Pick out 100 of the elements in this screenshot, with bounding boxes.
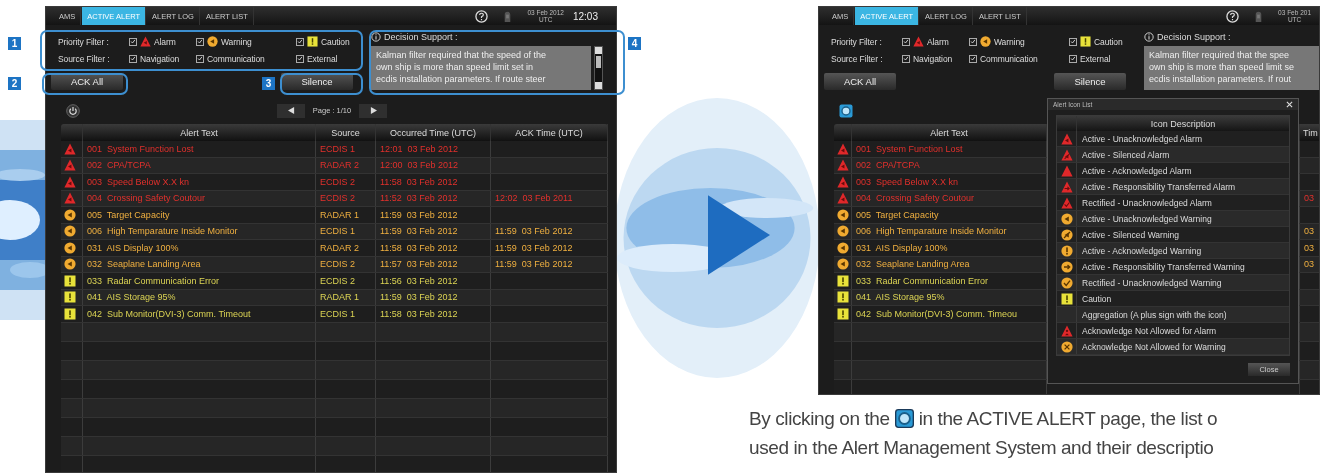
checkbox[interactable] bbox=[129, 37, 137, 46]
info-icon bbox=[894, 409, 914, 428]
source-text: RADAR 1 bbox=[320, 209, 359, 220]
icon-description: Acknowledge Not Allowed for Alarm bbox=[1081, 324, 1218, 338]
alert-text: 005 Target Capacity bbox=[856, 209, 939, 220]
occurred-time: 11:59 03 Feb 2012 bbox=[380, 209, 458, 220]
alert-text: 001 System Function Lost bbox=[856, 143, 963, 154]
filter-option-label: External bbox=[307, 53, 338, 64]
filter-option-label: Communication bbox=[207, 53, 265, 64]
warning-icon bbox=[1060, 228, 1073, 241]
checkbox[interactable] bbox=[969, 54, 977, 63]
alarm-icon bbox=[64, 175, 76, 188]
alarm-icon bbox=[1060, 324, 1073, 337]
icon-description: Active - Acknowledged Alarm bbox=[1081, 164, 1193, 178]
filter-label: Priority Filter : bbox=[58, 36, 110, 47]
source-text: ECDIS 2 bbox=[320, 193, 355, 204]
filter-option-label: Warning bbox=[994, 36, 1025, 47]
ack-time: 11:59 03 Feb 2012 bbox=[495, 226, 573, 237]
source-text: ECDIS 1 bbox=[320, 143, 355, 154]
occurred-time: 11:56 03 Feb 2012 bbox=[380, 275, 458, 286]
warning-icon bbox=[207, 36, 218, 47]
checkbox[interactable] bbox=[902, 54, 910, 63]
warning-icon bbox=[1060, 340, 1073, 353]
occurred-time: 11:57 03 Feb 2012 bbox=[380, 259, 458, 270]
alarm-icon bbox=[64, 142, 76, 155]
warning-icon bbox=[64, 208, 76, 221]
source-text: RADAR 2 bbox=[320, 160, 359, 171]
alert-text: 006 High Temparature Inside Monitor bbox=[856, 226, 1007, 237]
icon-description: Active - Responsibility Transferred Alarm bbox=[1081, 180, 1237, 194]
occurred-time: 11:52 03 Feb 2012 bbox=[380, 193, 458, 204]
filter-label: Priority Filter : bbox=[831, 36, 883, 47]
icon-description: Rectified - Unacknowledged Warning bbox=[1081, 276, 1223, 290]
silence-button[interactable]: Silence bbox=[1054, 73, 1126, 90]
source-text: ECDIS 2 bbox=[320, 176, 355, 187]
icon-description: Active - Acknowledged Warning bbox=[1081, 244, 1203, 258]
callout-number: 4 bbox=[628, 37, 641, 50]
alert-text: 031 AIS Display 100% bbox=[856, 242, 948, 253]
checkbox[interactable] bbox=[296, 37, 304, 46]
time-text: 03 bbox=[1304, 226, 1314, 237]
scrollbar[interactable] bbox=[594, 46, 603, 90]
help-icon[interactable] bbox=[475, 9, 489, 23]
info-icon[interactable] bbox=[839, 103, 853, 118]
checkbox[interactable] bbox=[902, 37, 910, 46]
caution-icon bbox=[64, 307, 76, 320]
previous-page-button[interactable] bbox=[277, 103, 305, 118]
alarm-icon bbox=[64, 159, 76, 172]
icon-description: Acknowledge Not Allowed for Warning bbox=[1081, 340, 1227, 354]
alert-text: 033 Radar Communication Error bbox=[856, 275, 989, 286]
close-icon[interactable] bbox=[1286, 101, 1293, 108]
play-arrow-icon bbox=[708, 195, 770, 275]
decision-support-text: Kalman filter required that the spee own ship is more than speed limit se ecdis installation parameters. If rout bbox=[1144, 46, 1319, 90]
decision-support-title: Decision Support : bbox=[1157, 32, 1231, 42]
warning-icon bbox=[837, 241, 849, 254]
checkbox[interactable] bbox=[1069, 54, 1077, 63]
occurred-time: 12:00 03 Feb 2012 bbox=[380, 160, 459, 171]
source-text: ECDIS 1 bbox=[320, 308, 355, 319]
time-text: 03 bbox=[1304, 193, 1314, 204]
caption-text: in the ACTIVE ALERT page, the list o bbox=[918, 407, 1218, 431]
checkbox[interactable] bbox=[296, 54, 304, 63]
filter-option-label: Caution bbox=[1094, 36, 1123, 47]
next-page-button[interactable] bbox=[359, 103, 387, 118]
help-icon[interactable] bbox=[1226, 9, 1240, 23]
filter-option-label: Communication bbox=[980, 53, 1038, 64]
alert-text: 002 CPA/TCPA bbox=[87, 160, 151, 171]
callout-number: 2 bbox=[8, 77, 21, 90]
warning-icon bbox=[837, 258, 849, 271]
time-text: 03 bbox=[1304, 242, 1314, 253]
filter-option-label: Caution bbox=[321, 36, 350, 47]
icon-description: Active - Unacknowledged Alarm bbox=[1081, 132, 1203, 146]
icon-description: Active - Silenced Warning bbox=[1081, 228, 1180, 242]
alert-text: 041 AIS Storage 95% bbox=[856, 292, 945, 303]
checkbox[interactable] bbox=[969, 37, 977, 46]
caution-icon bbox=[837, 307, 849, 320]
warning-icon bbox=[64, 241, 76, 254]
alarm-icon bbox=[1060, 180, 1073, 193]
occurred-time: 11:58 03 Feb 2012 bbox=[380, 308, 458, 319]
warning-icon bbox=[1060, 260, 1073, 273]
callout-number: 1 bbox=[8, 37, 21, 50]
warning-icon bbox=[64, 258, 76, 271]
warning-icon bbox=[837, 208, 849, 221]
alert-text: 002 CPA/TCPA bbox=[856, 160, 920, 171]
alert-text: 004 Crossing Safety Coutour bbox=[856, 193, 975, 204]
alert-text: 032 Seaplane Landing Area bbox=[87, 259, 201, 270]
source-text: ECDIS 2 bbox=[320, 259, 355, 270]
checkbox[interactable] bbox=[1069, 37, 1077, 46]
alert-text: 003 Speed Below X.X kn bbox=[856, 176, 959, 187]
alert-text: 005 Target Capacity bbox=[87, 209, 170, 220]
alarm-icon bbox=[837, 192, 849, 205]
filter-option-label: Alarm bbox=[154, 36, 176, 47]
decision-support-text: Kalman filter required that the speed of the own ship is more than speed limit set in ecdis installation parameters. If route steer bbox=[371, 46, 591, 90]
filter-option-label: External bbox=[1080, 53, 1111, 64]
checkbox[interactable] bbox=[196, 54, 204, 63]
power-icon[interactable] bbox=[66, 103, 80, 118]
alarm-icon bbox=[837, 159, 849, 172]
checkbox[interactable] bbox=[196, 37, 204, 46]
filter-option-label: Warning bbox=[221, 36, 252, 47]
checkbox[interactable] bbox=[129, 54, 137, 63]
alert-text: 033 Radar Communication Error bbox=[87, 275, 220, 286]
ack-all-button[interactable]: ACK All bbox=[824, 73, 896, 90]
alarm-icon bbox=[64, 192, 76, 205]
